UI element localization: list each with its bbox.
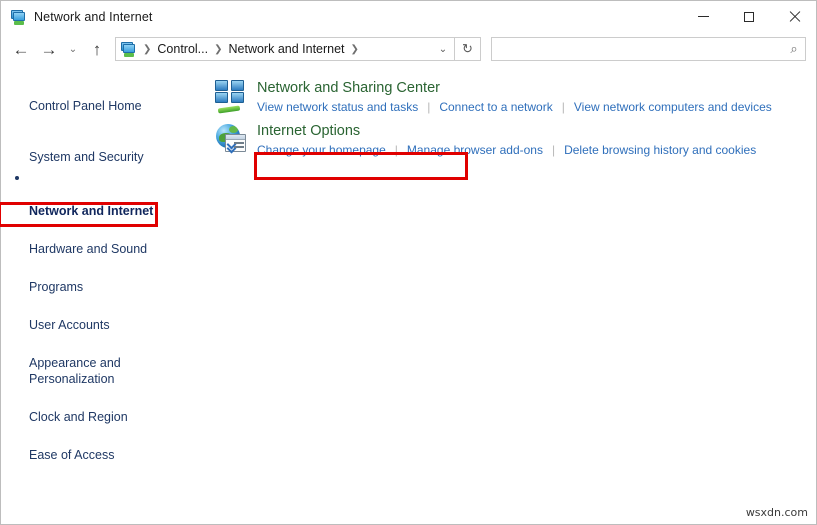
category-list: Network and Sharing Center View network … bbox=[209, 66, 816, 524]
maximize-button[interactable] bbox=[726, 1, 771, 32]
window-title: Network and Internet bbox=[34, 9, 153, 24]
maximize-icon bbox=[743, 11, 754, 22]
sidebar-item-label: Clock and Region bbox=[29, 410, 128, 424]
sidebar-item-label: Programs bbox=[29, 280, 84, 294]
sidebar-item-programs[interactable]: Programs bbox=[1, 260, 209, 298]
search-icon[interactable]: ⌕ bbox=[783, 41, 805, 57]
recent-locations-button[interactable]: ⌄ bbox=[63, 36, 83, 62]
sidebar-item-appearance-and-personalization[interactable]: Appearance and Personalization bbox=[1, 336, 209, 390]
network-sharing-center-icon bbox=[215, 80, 247, 114]
sidebar-item-ease-of-access[interactable]: Ease of Access bbox=[1, 428, 209, 466]
sidebar-item-label: User Accounts bbox=[29, 318, 110, 332]
internet-options-icon bbox=[215, 123, 247, 155]
link-view-network-status-and-tasks[interactable]: View network status and tasks bbox=[257, 100, 418, 114]
sidebar: Control Panel Home System and Security N… bbox=[1, 66, 209, 524]
address-dropdown-icon[interactable]: ⌄ bbox=[432, 44, 454, 55]
title-bar: Network and Internet bbox=[1, 1, 816, 32]
selected-bullet-icon bbox=[15, 176, 19, 180]
minimize-button[interactable] bbox=[681, 1, 726, 32]
category-network-and-sharing-center: Network and Sharing Center View network … bbox=[209, 78, 816, 114]
sidebar-item-system-and-security[interactable]: System and Security bbox=[1, 130, 209, 168]
breadcrumb-separator-icon[interactable]: ❯ bbox=[347, 44, 363, 55]
chevron-down-icon: ⌄ bbox=[68, 43, 78, 55]
watermark: wsxdn.com bbox=[745, 506, 808, 519]
link-separator: | bbox=[427, 100, 431, 114]
up-arrow-icon: ↑ bbox=[92, 39, 102, 59]
link-separator: | bbox=[551, 143, 556, 157]
sidebar-item-label: Control Panel Home bbox=[29, 99, 142, 113]
minimize-icon bbox=[698, 16, 709, 17]
breadcrumb-separator-icon[interactable]: ❯ bbox=[210, 44, 226, 55]
sidebar-item-label: Appearance and Personalization bbox=[29, 356, 121, 386]
control-panel-window: Network and Internet ← → ⌄ ↑ ❯ Control..… bbox=[0, 0, 817, 525]
close-icon bbox=[788, 11, 800, 23]
back-arrow-icon: ← bbox=[12, 39, 30, 59]
search-input[interactable] bbox=[492, 42, 783, 56]
link-change-your-homepage[interactable]: Change your homepage bbox=[257, 143, 386, 157]
content-area: Control Panel Home System and Security N… bbox=[0, 66, 816, 524]
control-panel-icon bbox=[10, 9, 26, 25]
category-body: Internet Options Change your homepage | … bbox=[257, 121, 756, 157]
window-controls bbox=[681, 1, 816, 32]
forward-arrow-icon: → bbox=[40, 39, 58, 59]
category-links: Change your homepage | Manage browser ad… bbox=[257, 143, 756, 157]
up-button[interactable]: ↑ bbox=[83, 36, 111, 62]
breadcrumb-control-panel-icon bbox=[120, 41, 136, 57]
link-connect-to-a-network[interactable]: Connect to a network bbox=[439, 100, 552, 114]
forward-button[interactable]: → bbox=[35, 36, 63, 62]
search-box[interactable]: ⌕ bbox=[491, 37, 806, 61]
category-body: Network and Sharing Center View network … bbox=[257, 78, 772, 114]
refresh-button[interactable]: ↻ bbox=[455, 37, 481, 61]
sidebar-item-hardware-and-sound[interactable]: Hardware and Sound bbox=[1, 222, 209, 260]
sidebar-item-label: Network and Internet bbox=[29, 204, 154, 218]
sidebar-item-label: Hardware and Sound bbox=[29, 242, 148, 256]
navigation-bar: ← → ⌄ ↑ ❯ Control... ❯ Network and Inter… bbox=[1, 32, 816, 66]
sidebar-item-clock-and-region[interactable]: Clock and Region bbox=[1, 390, 209, 428]
back-button[interactable]: ← bbox=[7, 36, 35, 62]
sidebar-item-network-and-internet[interactable]: Network and Internet bbox=[1, 168, 209, 222]
link-separator: | bbox=[561, 100, 565, 114]
link-delete-browsing-history-and-cookies[interactable]: Delete browsing history and cookies bbox=[564, 143, 756, 157]
category-internet-options: Internet Options Change your homepage | … bbox=[209, 121, 816, 157]
link-separator: | bbox=[394, 143, 398, 157]
sidebar-item-control-panel-home[interactable]: Control Panel Home bbox=[1, 79, 209, 117]
breadcrumb-item-control-panel[interactable]: Control... bbox=[155, 42, 210, 56]
category-title-internet-options[interactable]: Internet Options bbox=[257, 121, 360, 141]
sidebar-item-label: Ease of Access bbox=[29, 448, 115, 462]
breadcrumb-item-network-and-internet[interactable]: Network and Internet bbox=[227, 42, 347, 56]
category-links: View network status and tasks | Connect … bbox=[257, 100, 772, 114]
close-button[interactable] bbox=[771, 1, 816, 32]
link-manage-browser-add-ons[interactable]: Manage browser add-ons bbox=[407, 143, 543, 157]
sidebar-item-user-accounts[interactable]: User Accounts bbox=[1, 298, 209, 336]
breadcrumb-separator-icon[interactable]: ❯ bbox=[139, 44, 155, 55]
category-title-network-and-sharing-center[interactable]: Network and Sharing Center bbox=[257, 78, 440, 98]
sidebar-item-label: System and Security bbox=[29, 150, 144, 164]
address-bar[interactable]: ❯ Control... ❯ Network and Internet ❯ ⌄ bbox=[115, 37, 455, 61]
refresh-icon: ↻ bbox=[462, 41, 473, 56]
link-view-network-computers-and-devices[interactable]: View network computers and devices bbox=[574, 100, 772, 114]
